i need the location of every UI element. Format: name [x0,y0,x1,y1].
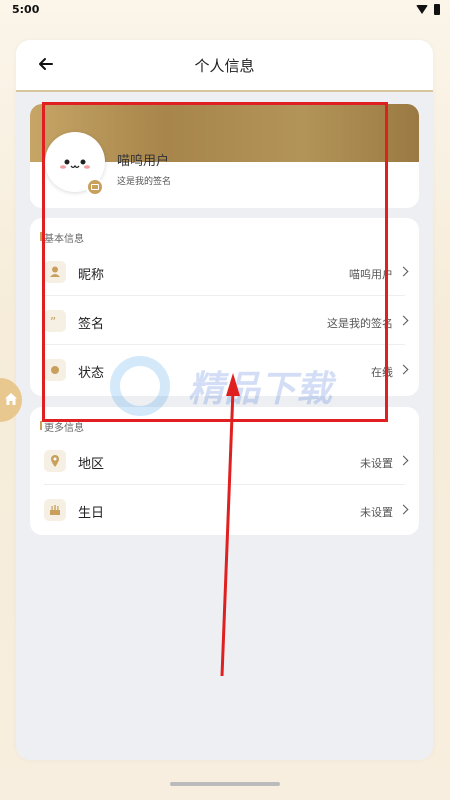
row-birthday[interactable]: 生日 未设置 [30,486,419,534]
status-time: 5:00 [12,3,40,16]
row-label: 地区 [78,457,105,472]
top-bar: 个人信息 [16,40,433,90]
chevron-right-icon [398,455,409,466]
home-icon [5,393,17,405]
chevron-right-icon [398,315,409,326]
page-title: 个人信息 [194,57,255,75]
chevron-right-icon [398,364,409,375]
chevron-right-icon [398,266,409,277]
header-divider [16,90,433,92]
location-icon [44,450,66,472]
gesture-bar[interactable] [170,782,280,786]
row-label: 生日 [78,506,105,521]
chevron-right-icon [398,504,409,515]
section-accent-bar [40,421,42,430]
status-bar: 5:00 [0,0,450,22]
row-region[interactable]: 地区 未设置 [30,437,419,485]
more-info-section: 更多信息 地区 未设置 生日 未设置 [30,407,419,535]
wifi-icon [416,5,428,14]
battery-icon [434,4,440,15]
row-value: 未设置 [360,506,393,519]
row-divider [44,484,405,485]
cake-icon [44,499,66,521]
row-value: 未设置 [360,457,393,470]
annotation-highlight-box [42,102,388,422]
